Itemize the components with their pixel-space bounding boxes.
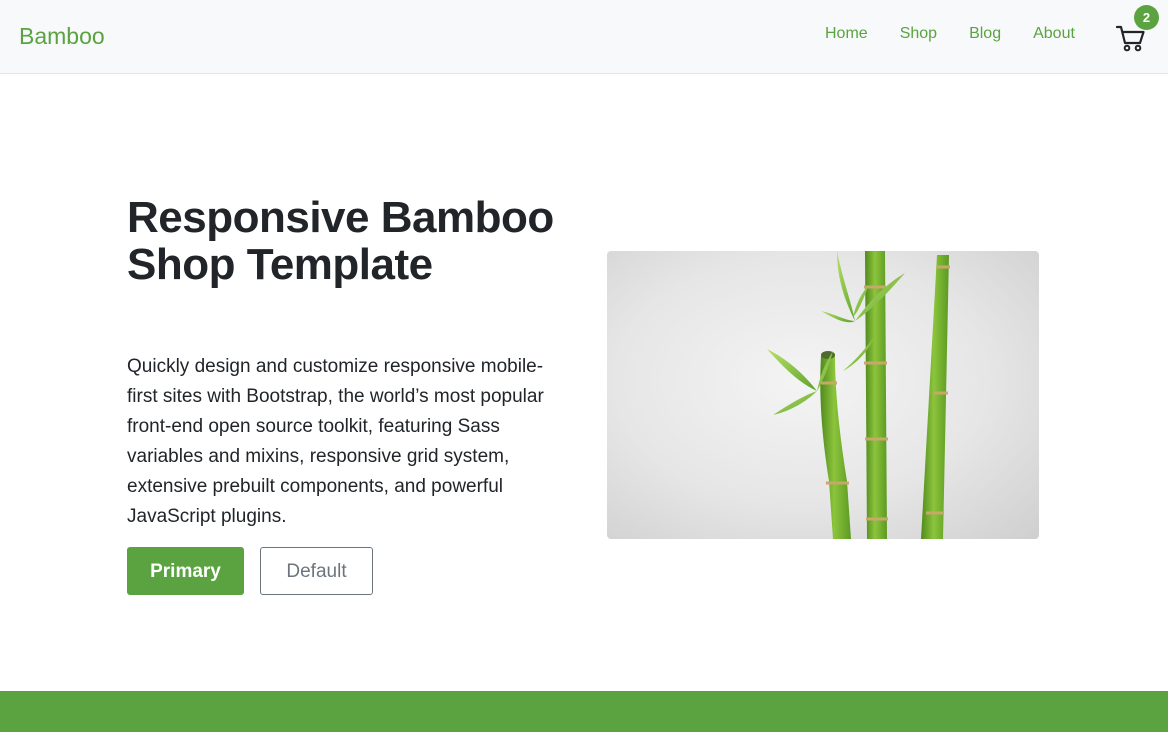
footer-band bbox=[0, 691, 1168, 732]
hero-image bbox=[607, 251, 1039, 539]
bamboo-stalks-photo bbox=[767, 251, 950, 539]
primary-button[interactable]: Primary bbox=[127, 547, 244, 595]
hero-lead: Quickly design and customize responsive … bbox=[127, 356, 544, 527]
hero-title: Responsive Bamboo Shop Template bbox=[127, 193, 554, 289]
nav-link-about[interactable]: About bbox=[1033, 22, 1075, 46]
nav-link-home[interactable]: Home bbox=[825, 22, 868, 46]
navbar: Bamboo Home Shop Blog About 2 bbox=[0, 0, 1168, 74]
nav-link-blog[interactable]: Blog bbox=[969, 22, 1001, 46]
cart-count-badge: 2 bbox=[1134, 5, 1159, 30]
default-button[interactable]: Default bbox=[260, 547, 373, 595]
nav-links: Home Shop Blog About bbox=[825, 22, 1107, 46]
nav-link-shop[interactable]: Shop bbox=[900, 22, 937, 46]
brand-link[interactable]: Bamboo bbox=[19, 21, 105, 51]
